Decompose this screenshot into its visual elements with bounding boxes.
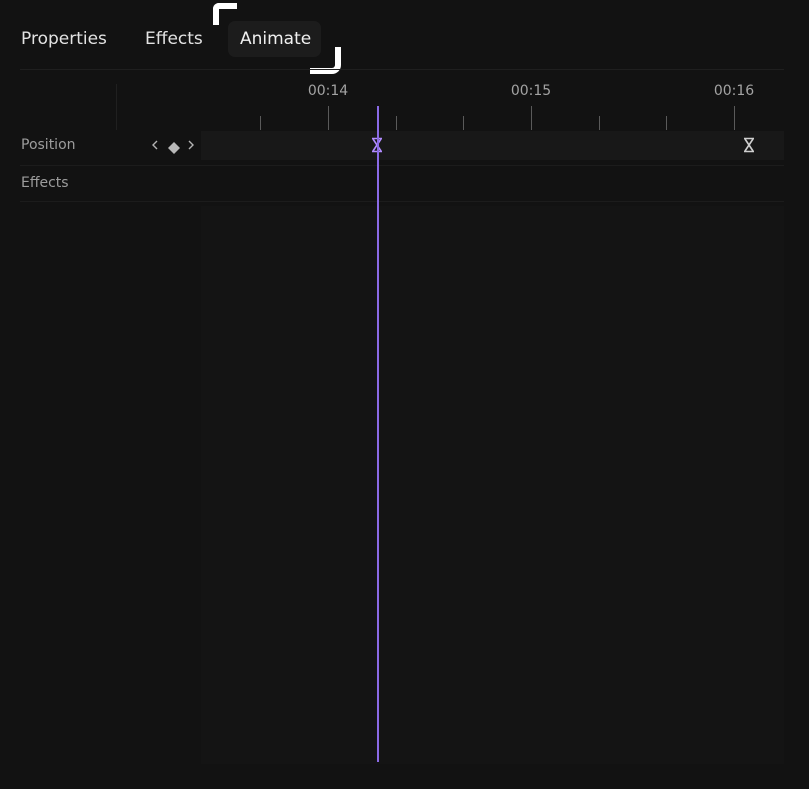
ruler-tick: [328, 106, 329, 130]
ruler-label: 00:16: [713, 83, 755, 99]
row-divider: [20, 165, 784, 166]
ruler-tick: [531, 106, 532, 130]
animate-panel: Properties Effects Animate 00:14 00:15 0…: [0, 0, 809, 789]
ruler-tick: [260, 116, 261, 130]
ruler-tick: [666, 116, 667, 130]
keyframe-marker[interactable]: [742, 137, 756, 153]
timeline-ruler[interactable]: 00:14 00:15 00:16: [0, 70, 809, 130]
chevron-right-icon[interactable]: [187, 137, 195, 153]
position-track[interactable]: [201, 131, 784, 160]
focus-corner-top-left: [213, 3, 237, 25]
row-divider: [20, 201, 784, 202]
ruler-label: 00:14: [307, 83, 349, 99]
tab-animate[interactable]: Animate: [228, 21, 321, 57]
tab-bar: Properties Effects Animate: [0, 0, 809, 74]
position-row-label: Position: [21, 137, 76, 153]
diamond-icon[interactable]: [168, 139, 180, 154]
timeline-body[interactable]: [201, 206, 784, 764]
ruler-tick: [396, 116, 397, 130]
tab-effects[interactable]: Effects: [145, 21, 203, 57]
effects-row-label: Effects: [21, 175, 69, 191]
ruler-tick: [463, 116, 464, 130]
ruler-tick: [599, 116, 600, 130]
playhead[interactable]: [377, 106, 379, 762]
chevron-left-icon[interactable]: [151, 137, 159, 153]
tab-properties[interactable]: Properties: [21, 21, 107, 57]
ruler-border: [116, 84, 117, 130]
ruler-label: 00:15: [510, 83, 552, 99]
ruler-tick: [734, 106, 735, 130]
